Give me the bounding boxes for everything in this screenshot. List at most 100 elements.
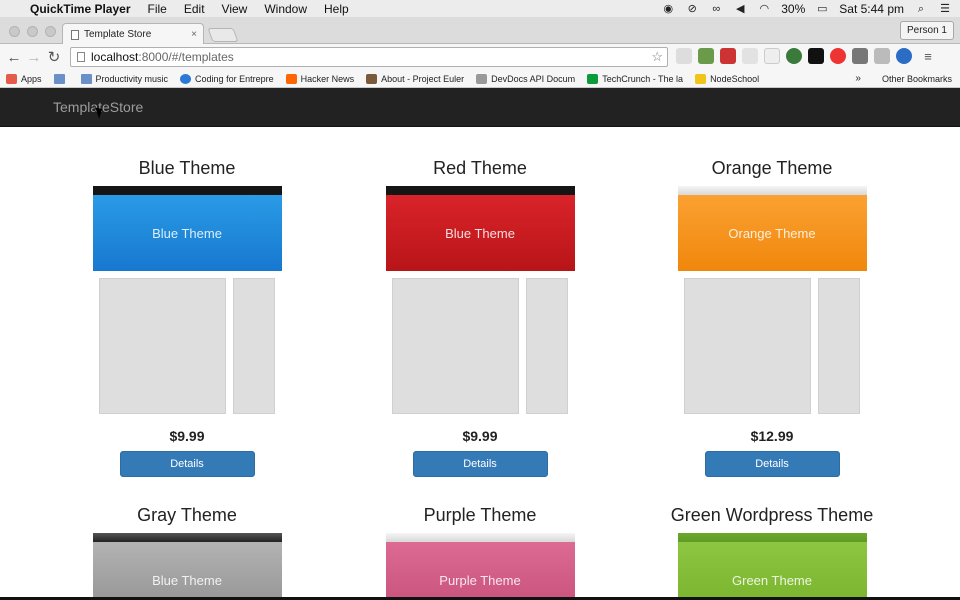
chrome-menu-icon[interactable]: ≡ — [918, 49, 938, 64]
bookmark-label: Apps — [21, 73, 42, 84]
battery-icon[interactable]: ▭ — [815, 3, 829, 15]
preview-side-block — [526, 278, 568, 414]
template-preview[interactable]: Orange Theme — [677, 186, 867, 271]
bookmark-label: Productivity music — [95, 73, 169, 84]
extension-angular-icon[interactable] — [852, 48, 868, 64]
menu-file[interactable]: File — [148, 2, 167, 16]
folder-icon — [53, 73, 65, 84]
globe-icon — [180, 73, 192, 84]
bookmark-techcrunch[interactable]: TechCrunch - The la — [587, 73, 683, 84]
template-preview[interactable]: Blue Theme — [92, 186, 282, 271]
close-window-icon[interactable] — [9, 26, 20, 37]
preview-main-block — [99, 278, 226, 414]
preview-banner: Purple Theme — [385, 542, 575, 597]
volume-icon[interactable]: ◀ — [733, 3, 747, 15]
extension-eyedropper-icon[interactable] — [698, 48, 714, 64]
devdocs-icon — [476, 73, 488, 84]
details-button[interactable]: Details — [412, 451, 548, 477]
url-path: :8000/#/templates — [138, 50, 234, 64]
template-price: $12.99 — [750, 428, 794, 444]
more-bookmarks-chevron-icon[interactable]: » — [855, 73, 861, 84]
tab-close-icon[interactable]: × — [191, 29, 197, 40]
bookmark-label: Other Bookmarks — [881, 73, 952, 84]
template-card: Purple Theme Purple Theme — [340, 505, 620, 597]
bookmark-productivity-music[interactable]: Productivity music — [80, 73, 169, 84]
infinity-icon[interactable]: ∞ — [709, 3, 723, 15]
bookmark-hacker-news[interactable]: Hacker News — [285, 73, 354, 84]
address-bar[interactable]: localhost:8000/#/templates ☆ — [70, 47, 668, 67]
zoom-window-icon[interactable] — [45, 26, 56, 37]
extension-page-icon[interactable] — [764, 48, 780, 64]
battery-percent: 30% — [781, 1, 806, 16]
template-card: Gray Theme Blue Theme — [47, 505, 327, 597]
extension-a-icon[interactable] — [874, 48, 890, 64]
record-icon[interactable]: ◉ — [661, 3, 675, 15]
template-preview[interactable]: Purple Theme — [385, 533, 575, 597]
template-preview[interactable]: Green Theme — [677, 533, 867, 597]
window-controls — [9, 26, 56, 37]
extensions-area: ≡ — [676, 48, 938, 64]
bookmark-folder[interactable] — [53, 73, 69, 84]
menu-app-name[interactable]: QuickTime Player — [30, 2, 131, 16]
template-title: Orange Theme — [711, 158, 833, 178]
preview-main-block — [684, 278, 811, 414]
extension-opera-icon[interactable] — [830, 48, 846, 64]
template-preview[interactable]: Blue Theme — [92, 533, 282, 597]
bookmark-project-euler[interactable]: About - Project Euler — [366, 73, 465, 84]
extension-rss-icon[interactable] — [676, 48, 692, 64]
reload-icon[interactable]: ↻ — [44, 48, 64, 66]
profile-button[interactable]: Person 1 — [899, 21, 954, 40]
template-price: $9.99 — [462, 428, 498, 444]
extension-badge-icon[interactable] — [896, 48, 912, 64]
details-button[interactable]: Details — [119, 451, 255, 477]
menu-window[interactable]: Window — [264, 2, 307, 16]
preview-banner: Blue Theme — [92, 542, 282, 597]
bookmark-other-bookmarks[interactable]: Other Bookmarks — [867, 74, 952, 84]
template-preview[interactable]: Blue Theme — [385, 186, 575, 271]
preview-layout-blocks — [392, 278, 568, 414]
clock[interactable]: Sat 5:44 pm — [839, 2, 904, 16]
bookmark-label: About - Project Euler — [381, 73, 465, 84]
preview-header-strip — [385, 533, 575, 542]
details-button[interactable]: Details — [704, 451, 840, 477]
template-title: Purple Theme — [423, 505, 537, 525]
preview-header-strip — [385, 186, 575, 195]
forward-arrow-icon[interactable]: → — [24, 49, 44, 66]
minimize-window-icon[interactable] — [27, 26, 38, 37]
bookmark-apps[interactable]: Apps — [6, 73, 42, 84]
wifi-icon[interactable]: ◠ — [757, 3, 771, 15]
bookmarks-bar: Apps Productivity music Coding for Entre… — [0, 70, 960, 88]
preview-layout-blocks — [99, 278, 275, 414]
extension-book-icon[interactable] — [720, 48, 736, 64]
site-navbar: TemplateStore — [0, 88, 960, 127]
back-arrow-icon[interactable]: ← — [4, 49, 24, 66]
bookmark-star-icon[interactable]: ☆ — [651, 49, 663, 65]
preview-side-block — [818, 278, 860, 414]
bookmark-coding-for-entrepreneurs[interactable]: Coding for Entrepre — [180, 73, 274, 84]
url-host: localhost — [91, 50, 139, 64]
tab-template-store[interactable]: Template Store × — [62, 23, 204, 45]
new-tab-button[interactable] — [207, 28, 239, 42]
nodeschool-icon — [695, 73, 707, 84]
extension-download-icon[interactable] — [742, 48, 758, 64]
menu-view[interactable]: View — [222, 2, 248, 16]
notification-center-icon[interactable]: ☰ — [938, 3, 952, 15]
menu-edit[interactable]: Edit — [184, 2, 205, 16]
y-icon — [285, 73, 297, 84]
tab-title: Template Store — [84, 29, 152, 40]
bookmark-nodeschool[interactable]: NodeSchool — [695, 73, 760, 84]
sync-icon[interactable]: ⊘ — [685, 3, 699, 15]
pe-icon — [366, 73, 378, 84]
menubar-status-area: ◉ ⊘ ∞ ◀ ◠ 30% ▭ Sat 5:44 pm ⌕ ☰ — [661, 2, 960, 16]
extension-jb-icon[interactable] — [808, 48, 824, 64]
bookmark-devdocs[interactable]: DevDocs API Docum — [476, 73, 575, 84]
page-favicon-icon — [71, 29, 79, 40]
page-info-icon[interactable] — [77, 52, 85, 62]
apps-grid-icon — [6, 73, 17, 84]
extension-globe-icon[interactable] — [786, 48, 802, 64]
spotlight-search-icon[interactable]: ⌕ — [914, 3, 928, 15]
bookmark-label: NodeSchool — [710, 73, 760, 84]
template-card: Green Wordpress Theme Green Theme — [632, 505, 912, 597]
menu-help[interactable]: Help — [324, 2, 349, 16]
preview-header-strip — [677, 533, 867, 542]
